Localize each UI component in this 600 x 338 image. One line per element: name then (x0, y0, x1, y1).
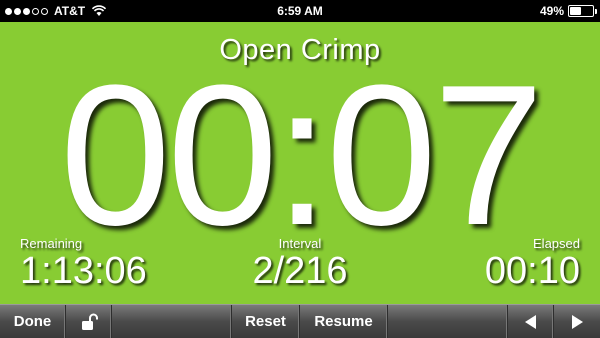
unlock-icon (81, 313, 98, 330)
reset-button[interactable]: Reset (232, 305, 300, 338)
lock-button[interactable] (66, 305, 112, 338)
toolbar: Done Reset Resume (0, 304, 600, 338)
countdown-timer: 00:07 (59, 44, 545, 267)
battery-percent: 49% (539, 4, 564, 18)
status-time: 6:59 AM (277, 4, 323, 18)
next-button[interactable] (554, 305, 600, 338)
toolbar-spacer (112, 305, 232, 338)
triangle-left-icon (524, 314, 536, 329)
triangle-right-icon (572, 314, 583, 329)
elapsed-stat: Elapsed 00:10 (485, 236, 580, 291)
timer-display: Open Crimp 00:07 Remaining 1:13:06 Inter… (0, 22, 600, 304)
battery-icon (568, 5, 597, 17)
elapsed-value: 00:10 (484, 250, 580, 292)
resume-button[interactable]: Resume (300, 305, 388, 338)
toolbar-spacer (388, 305, 508, 338)
elapsed-label: Elapsed (533, 236, 580, 251)
status-bar: AT&T 6:59 AM 49% (0, 0, 600, 22)
battery-fill (570, 7, 581, 15)
status-right: 49% (539, 4, 597, 18)
previous-button[interactable] (508, 305, 554, 338)
done-button[interactable]: Done (0, 305, 66, 338)
